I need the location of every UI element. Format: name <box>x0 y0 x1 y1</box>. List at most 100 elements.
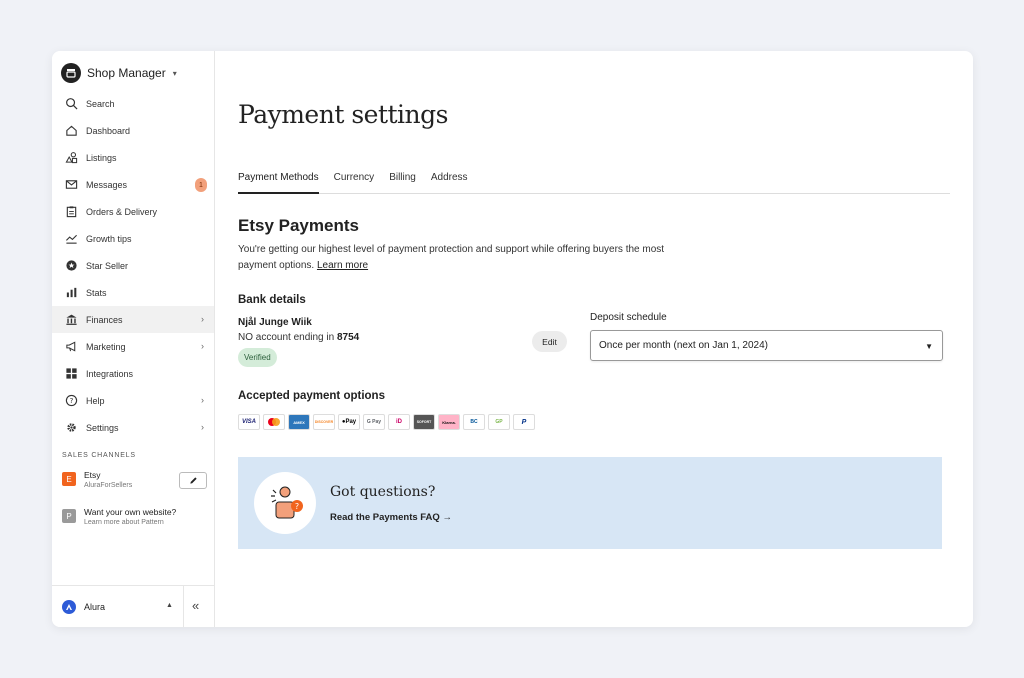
sidebar-item-label: Marketing <box>86 341 126 352</box>
home-icon <box>64 124 78 138</box>
discover-icon: DISCOVER <box>313 414 335 430</box>
payments-faq-link[interactable]: Read the Payments FAQ → <box>330 512 452 523</box>
account-name: Alura <box>84 602 106 612</box>
megaphone-icon <box>64 340 78 354</box>
channel-subtitle: AluraForSellers <box>84 482 133 489</box>
sidebar-item-search[interactable]: Search <box>52 90 214 117</box>
sidebar-item-listings[interactable]: Listings <box>52 144 214 171</box>
search-icon <box>64 97 78 111</box>
sidebar-item-label: Search <box>86 98 115 109</box>
thumbs-up-icon: ? <box>271 486 303 519</box>
settings-tabs: Payment Methods Currency Billing Address <box>238 163 950 194</box>
svg-text:?: ? <box>69 396 73 405</box>
sidebar-item-label: Messages <box>86 179 128 190</box>
sidebar-item-messages[interactable]: Messages 1 <box>52 171 214 198</box>
avatar <box>62 600 76 614</box>
bank-details-heading: Bank details <box>238 294 306 306</box>
faq-illustration: ? <box>254 472 316 534</box>
sidebar-item-label: Settings <box>86 422 119 433</box>
collapse-sidebar-icon[interactable]: « <box>192 598 199 613</box>
pencil-icon <box>189 472 198 490</box>
chevron-right-icon: › <box>201 395 204 405</box>
sales-channels-label: SALES CHANNELS <box>62 452 136 459</box>
gear-icon <box>64 421 78 435</box>
chevron-right-icon: › <box>201 341 204 351</box>
help-icon: ? <box>64 394 78 408</box>
verified-badge: Verified <box>238 348 277 367</box>
sidebar-item-integrations[interactable]: Integrations <box>52 360 214 387</box>
footer-divider <box>183 586 184 627</box>
amex-icon: AMEX <box>288 414 310 430</box>
deposit-schedule-label: Deposit schedule <box>590 312 667 323</box>
sidebar-item-label: Listings <box>86 152 117 163</box>
deposit-schedule-select[interactable]: Once per month (next on Jan 1, 2024) ▼ <box>590 330 943 361</box>
google-pay-icon: G Pay <box>363 414 385 430</box>
page-title: Payment settings <box>238 100 448 129</box>
tab-billing[interactable]: Billing <box>389 163 416 194</box>
star-badge-icon <box>64 259 78 273</box>
sidebar-footer: Alura ▲ « <box>52 585 214 627</box>
app-window: Shop Manager ▾ Search Dashboard Listings… <box>52 51 973 627</box>
shop-manager-title: Shop Manager <box>87 66 166 80</box>
accepted-payment-options-heading: Accepted payment options <box>238 390 385 402</box>
apple-pay-icon: ● Pay <box>338 414 360 430</box>
sidebar-item-label: Star Seller <box>86 260 129 271</box>
sidebar-item-star-seller[interactable]: Star Seller <box>52 252 214 279</box>
listings-icon <box>64 151 78 165</box>
sidebar-item-dashboard[interactable]: Dashboard <box>52 117 214 144</box>
sidebar-item-label: Finances <box>86 314 123 325</box>
sidebar-item-label: Stats <box>86 287 107 298</box>
main-content: Payment settings Payment Methods Currenc… <box>215 51 973 627</box>
sidebar-item-label: Growth tips <box>86 233 132 244</box>
faq-title: Got questions? <box>330 484 436 500</box>
shop-manager-switcher[interactable]: Shop Manager ▾ <box>61 62 177 84</box>
channel-name: Want your own website? <box>84 507 177 517</box>
account-number: NO account ending in 8754 <box>238 332 359 343</box>
sidebar-item-stats[interactable]: Stats <box>52 279 214 306</box>
giropay-icon: GP <box>488 414 510 430</box>
sidebar-nav: Search Dashboard Listings Messages 1 Ord… <box>52 90 214 441</box>
chevron-right-icon: › <box>201 422 204 432</box>
sidebar-item-growth-tips[interactable]: Growth tips <box>52 225 214 252</box>
sidebar-item-help[interactable]: ? Help › <box>52 387 214 414</box>
sidebar: Shop Manager ▾ Search Dashboard Listings… <box>52 51 215 627</box>
learn-more-link[interactable]: Learn more <box>317 260 368 271</box>
bancontact-icon: BC <box>463 414 485 430</box>
caret-up-icon[interactable]: ▲ <box>166 602 173 609</box>
sidebar-item-label: Help <box>86 395 105 406</box>
channel-pattern[interactable]: P Want your own website? Learn more abou… <box>62 506 176 528</box>
sidebar-item-label: Orders & Delivery <box>86 206 158 217</box>
paypal-icon: P <box>513 414 535 430</box>
account-holder-name: Njål Junge Wiik <box>238 317 312 328</box>
sidebar-item-orders[interactable]: Orders & Delivery <box>52 198 214 225</box>
tab-currency[interactable]: Currency <box>334 163 375 194</box>
description-text: You're getting our highest level of paym… <box>238 244 665 271</box>
faq-banner: ? Got questions? Read the Payments FAQ → <box>238 457 942 549</box>
mastercard-icon <box>263 414 285 430</box>
deposit-schedule-value: Once per month (next on Jan 1, 2024) <box>599 340 768 351</box>
tab-address[interactable]: Address <box>431 163 468 194</box>
ideal-icon: iD <box>388 414 410 430</box>
caret-down-icon: ▾ <box>172 68 177 78</box>
mail-icon <box>64 178 78 192</box>
chevron-right-icon: › <box>201 314 204 324</box>
edit-channel-button[interactable] <box>179 472 207 489</box>
edit-bank-button[interactable]: Edit <box>532 331 567 352</box>
sidebar-item-marketing[interactable]: Marketing › <box>52 333 214 360</box>
sidebar-item-label: Integrations <box>86 368 134 379</box>
etsy-channel-icon: E <box>62 472 76 486</box>
unread-badge: 1 <box>195 178 207 192</box>
account-last4: 8754 <box>336 332 360 343</box>
shop-logo-icon <box>61 63 81 83</box>
growth-icon <box>64 232 78 246</box>
tab-payment-methods[interactable]: Payment Methods <box>238 163 319 194</box>
visa-icon: VISA <box>238 414 260 430</box>
sidebar-item-finances[interactable]: Finances › <box>52 306 214 333</box>
sidebar-item-settings[interactable]: Settings › <box>52 414 214 441</box>
account-menu[interactable]: Alura <box>62 600 105 614</box>
sofort-icon: SOFORT <box>413 414 435 430</box>
pattern-channel-icon: P <box>62 509 76 523</box>
channel-etsy[interactable]: E Etsy AluraForSellers <box>62 469 132 491</box>
bank-icon <box>64 313 78 327</box>
clipboard-icon <box>64 205 78 219</box>
